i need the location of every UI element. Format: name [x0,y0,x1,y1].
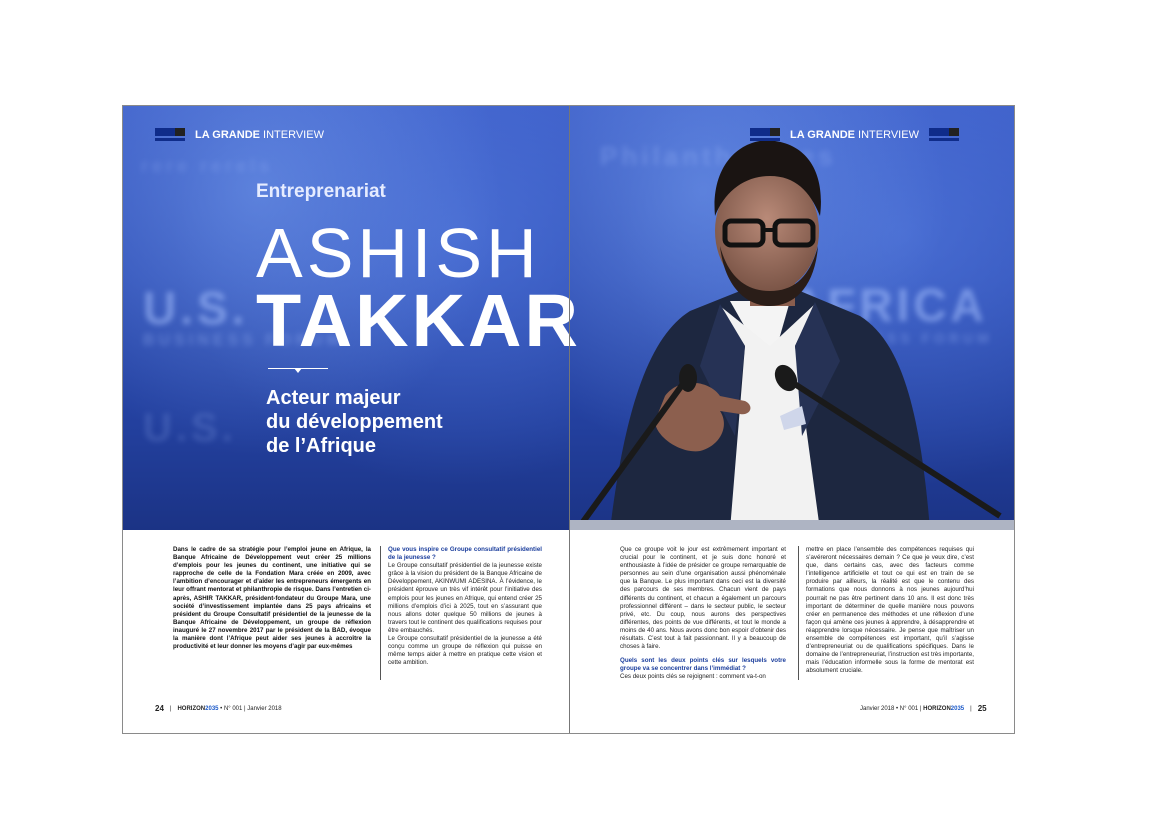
section-header: LA GRANDE INTERVIEW [155,128,324,141]
subtitle-line: de l’Afrique [266,435,377,457]
hero-photo-right: Philanthropies AFRICA BUSINESS FORUM LA … [570,106,1014,530]
section-header: LA GRANDE INTERVIEW [750,128,959,141]
answer-paragraph: Ces deux points clés se rejoignent : com… [620,673,766,681]
question: Que vous inspire ce Groupe consultatif p… [388,546,542,562]
header-bar-icon [155,128,185,141]
subtitle-line: du développement [266,411,443,433]
backdrop-us-text: U.S. [143,282,249,334]
hero-photo-left: rere rerels U.S. BUSINESS FORUM U.S. LA … [123,106,569,530]
subtitle-line: Acteur majeur [266,387,401,409]
category-label: Entreprenariat [256,181,386,202]
answer-paragraph: Que ce groupe voit le jour est extrêmeme… [620,546,786,651]
article-column: Que vous inspire ce Groupe consultatif p… [388,546,542,667]
magazine-spread: rere rerels U.S. BUSINESS FORUM U.S. LA … [122,105,1015,734]
question: Quels sont les deux points clés sur lesq… [620,657,786,673]
header-strong: LA GRANDE [195,128,260,141]
answer-paragraph: Le Groupe consultatif présidentiel de la… [388,635,542,667]
answer-paragraph: mettre en place l’ensemble des compétenc… [806,546,974,675]
article-column: mettre en place l’ensemble des compétenc… [806,546,974,676]
column-rule [798,546,799,680]
podium-edge [570,520,1014,530]
speaker-photo [577,140,1002,530]
answer-paragraph: Le Groupe consultatif présidentiel de la… [388,562,542,634]
last-name: TAKKAR [256,279,569,362]
issue-info: Janvier 2018 • N° 001 | [860,705,922,712]
brand-year: 2035 [950,705,965,712]
first-name: ASHISH [256,214,541,292]
page-footer: 24 | HORIZON2035 • N° 001 | Janvier 2018 [155,704,282,713]
column-rule [380,546,381,680]
issue-info: • N° 001 | Janvier 2018 [220,705,282,712]
intro-paragraph: Dans le cadre de sa stratégie pour l’emp… [173,546,371,651]
subtitle: Acteur majeur du développement de l’Afri… [266,386,443,458]
header-bar-icon [750,128,780,141]
left-page: rere rerels U.S. BUSINESS FORUM U.S. LA … [123,106,570,733]
brand-name: HORIZON [923,705,951,712]
last-name-overflow: TAKKAR [570,284,581,358]
header-light: INTERVIEW [854,128,919,141]
page-number: 25 [977,704,987,713]
header-strong: LA GRANDE [790,128,855,141]
page-number: 24 [155,704,164,713]
brand-year: 2035 [205,705,219,712]
header-bar-icon [928,128,959,141]
right-page: Philanthropies AFRICA BUSINESS FORUM LA … [570,106,1014,733]
page-footer: Janvier 2018 • N° 001 | HORIZON2035 | 25 [860,704,987,713]
article-column: Que ce groupe voit le jour est extrêmeme… [620,546,786,682]
header-light: INTERVIEW [259,128,324,141]
backdrop-text-lower: U.S. [143,406,237,450]
brand-name: HORIZON [177,705,206,712]
title-divider [268,368,328,373]
backdrop-text: rere rerels [141,156,274,176]
